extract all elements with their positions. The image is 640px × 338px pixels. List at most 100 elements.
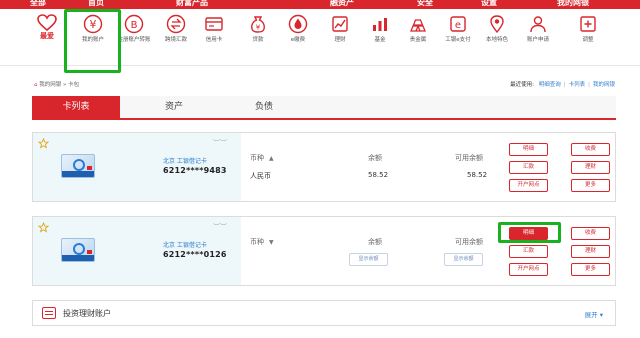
icon-label-loan: 贷款 bbox=[252, 37, 264, 43]
currency-header[interactable]: 币种 ▼ bbox=[250, 237, 274, 247]
recent-link-my-ebank[interactable]: 我的网银 bbox=[593, 82, 615, 88]
gold-bars-icon bbox=[410, 19, 426, 32]
remit-button[interactable]: 汇款 bbox=[509, 161, 548, 174]
sort-up-icon: ▲ bbox=[269, 155, 274, 162]
chart-icon bbox=[332, 16, 348, 32]
heart-icon bbox=[37, 14, 57, 32]
wealth-button[interactable]: 理财 bbox=[571, 245, 610, 258]
icon-label-fund: 基金 bbox=[374, 37, 386, 43]
expand-link[interactable]: 展开 ▾ bbox=[585, 309, 603, 319]
icon-item-registered-transfer[interactable]: B 注册账户转账 bbox=[116, 14, 152, 44]
home-icon: ⌂ bbox=[34, 82, 38, 88]
currency-header[interactable]: 币种 ▲ bbox=[250, 153, 274, 163]
icon-item-local[interactable]: 本地特色 bbox=[479, 14, 515, 44]
e-pay-icon: e bbox=[450, 16, 466, 32]
tab-liabilities[interactable]: 负债 bbox=[220, 96, 308, 118]
bank-name: 北京 工银借记卡 bbox=[163, 158, 207, 165]
icon-item-credit-card[interactable]: 信用卡 bbox=[196, 14, 232, 44]
balance-value: 58.52 bbox=[368, 171, 389, 179]
location-icon bbox=[490, 15, 504, 34]
nav-finance[interactable]: 融资产 bbox=[330, 0, 354, 8]
icon-label-adjust: 调整 bbox=[582, 37, 594, 43]
wealth-button[interactable]: 理财 bbox=[571, 161, 610, 174]
transfer-icon bbox=[166, 14, 186, 34]
bank-card-image bbox=[61, 154, 95, 178]
more-button[interactable]: 更多 bbox=[571, 263, 610, 276]
branch-button[interactable]: 开户网点 bbox=[509, 179, 548, 192]
icon-item-precious-metal[interactable]: 贵金属 bbox=[400, 14, 436, 44]
icon-label-epay: e缴费 bbox=[290, 37, 306, 43]
nav-all[interactable]: 全部 bbox=[30, 0, 46, 8]
card-info: ︶︶ 北京 工银借记卡 6212****9483 bbox=[33, 133, 241, 201]
icon-label-wealth: 理财 bbox=[334, 37, 346, 43]
nav-my-ebank[interactable]: 我的网银 bbox=[557, 0, 589, 8]
available-header: 可用余额 bbox=[455, 238, 483, 246]
main-content: ⌂ 我的网银 » 卡包 最近使用: 明细查询 | 卡列表 | 我的网银 卡列表 资产 负… bbox=[23, 76, 619, 338]
fee-button[interactable]: 收费 bbox=[571, 227, 610, 240]
recent-label: 最近使用: bbox=[510, 82, 534, 88]
icon-label-credit-card: 信用卡 bbox=[205, 37, 223, 43]
card-number: 6212****0126 bbox=[163, 250, 227, 259]
recent-sep: | bbox=[563, 82, 566, 88]
invest-title: 投资理财账户 bbox=[63, 309, 111, 318]
show-available-button[interactable]: 显示余额 bbox=[444, 253, 483, 266]
icon-item-adjust[interactable]: 调整 bbox=[570, 14, 606, 44]
icon-item-cross-border[interactable]: 跨境汇款 bbox=[158, 14, 194, 44]
water-drop-icon bbox=[288, 14, 308, 34]
tab-assets[interactable]: 资产 bbox=[130, 96, 218, 118]
svg-text:e: e bbox=[455, 20, 461, 31]
icon-item-loan[interactable]: ¥ 贷款 bbox=[240, 14, 276, 44]
svg-text:B: B bbox=[131, 20, 138, 31]
icon-label-precious-metal: 贵金属 bbox=[409, 37, 427, 43]
detail-button[interactable]: 明细 bbox=[509, 143, 548, 156]
recent-sep: | bbox=[588, 82, 590, 88]
nav-settings[interactable]: 设置 bbox=[481, 0, 497, 8]
icon-label-favorites: 最爱 bbox=[40, 32, 54, 40]
recent-link-card-list[interactable]: 卡列表 bbox=[569, 82, 586, 88]
tab-card-list[interactable]: 卡列表 bbox=[32, 96, 120, 118]
recent-link-detail-query[interactable]: 明细查询 bbox=[539, 82, 561, 88]
card-row: ︶︶ 北京 工银借记卡 6212****9483 币种 ▲ 余额 可用余额 人民币… bbox=[32, 132, 616, 202]
nav-home[interactable]: 首页 bbox=[88, 0, 104, 8]
card-info: ︶︶ 北京 工银借记卡 6212****0126 bbox=[33, 217, 241, 285]
bar-chart-icon bbox=[373, 18, 387, 31]
nav-security[interactable]: 安全 bbox=[417, 0, 433, 8]
invest-section: 投资理财账户 展开 ▾ bbox=[32, 300, 616, 326]
recent-links: 最近使用: 明细查询 | 卡列表 | 我的网银 bbox=[510, 80, 615, 88]
plus-square-icon bbox=[580, 16, 596, 32]
wallet-icon bbox=[42, 307, 56, 319]
star-icon[interactable] bbox=[38, 138, 49, 149]
icon-label-icbc-epay: 工银e支付 bbox=[445, 37, 471, 43]
detail-button-highlight bbox=[498, 222, 561, 243]
bird-icon: ︶︶ bbox=[213, 223, 227, 231]
icon-item-fund[interactable]: 基金 bbox=[362, 14, 398, 44]
icon-item-account-apply[interactable]: 账户申请 bbox=[520, 14, 556, 44]
star-icon[interactable] bbox=[38, 222, 49, 233]
breadcrumb-current: 卡包 bbox=[68, 82, 80, 88]
available-value: 58.52 bbox=[467, 171, 488, 179]
more-button[interactable]: 更多 bbox=[571, 179, 610, 192]
show-balance-button[interactable]: 显示余额 bbox=[349, 253, 388, 266]
icon-item-icbc-epay[interactable]: e 工银e支付 bbox=[440, 14, 476, 44]
branch-button[interactable]: 开户网点 bbox=[509, 263, 548, 276]
b-coin-icon: B bbox=[124, 14, 144, 34]
nav-wealth[interactable]: 财富产品 bbox=[176, 0, 208, 8]
remit-button[interactable]: 汇款 bbox=[509, 245, 548, 258]
icon-item-wealth[interactable]: 理财 bbox=[322, 14, 358, 44]
fee-button[interactable]: 收费 bbox=[571, 143, 610, 156]
currency-value: 人民币 bbox=[250, 172, 271, 180]
available-header: 可用余额 bbox=[455, 154, 483, 162]
breadcrumb-home[interactable]: 我的网银 bbox=[39, 82, 61, 88]
icon-item-favorites[interactable]: 最爱 bbox=[29, 14, 65, 40]
card-number: 6212****9483 bbox=[163, 166, 227, 175]
icon-label-registered-transfer: 注册账户转账 bbox=[117, 37, 151, 43]
money-bag-icon: ¥ bbox=[251, 16, 265, 33]
my-account-highlight bbox=[64, 9, 121, 73]
svg-text:¥: ¥ bbox=[256, 24, 261, 32]
balance-header: 余额 bbox=[368, 154, 382, 162]
person-icon bbox=[530, 16, 546, 33]
tab-bar: 卡列表 资产 负债 bbox=[32, 96, 616, 120]
balance-header: 余额 bbox=[368, 238, 382, 246]
icon-item-epay[interactable]: e缴费 bbox=[280, 14, 316, 44]
bank-card-image bbox=[61, 238, 95, 262]
